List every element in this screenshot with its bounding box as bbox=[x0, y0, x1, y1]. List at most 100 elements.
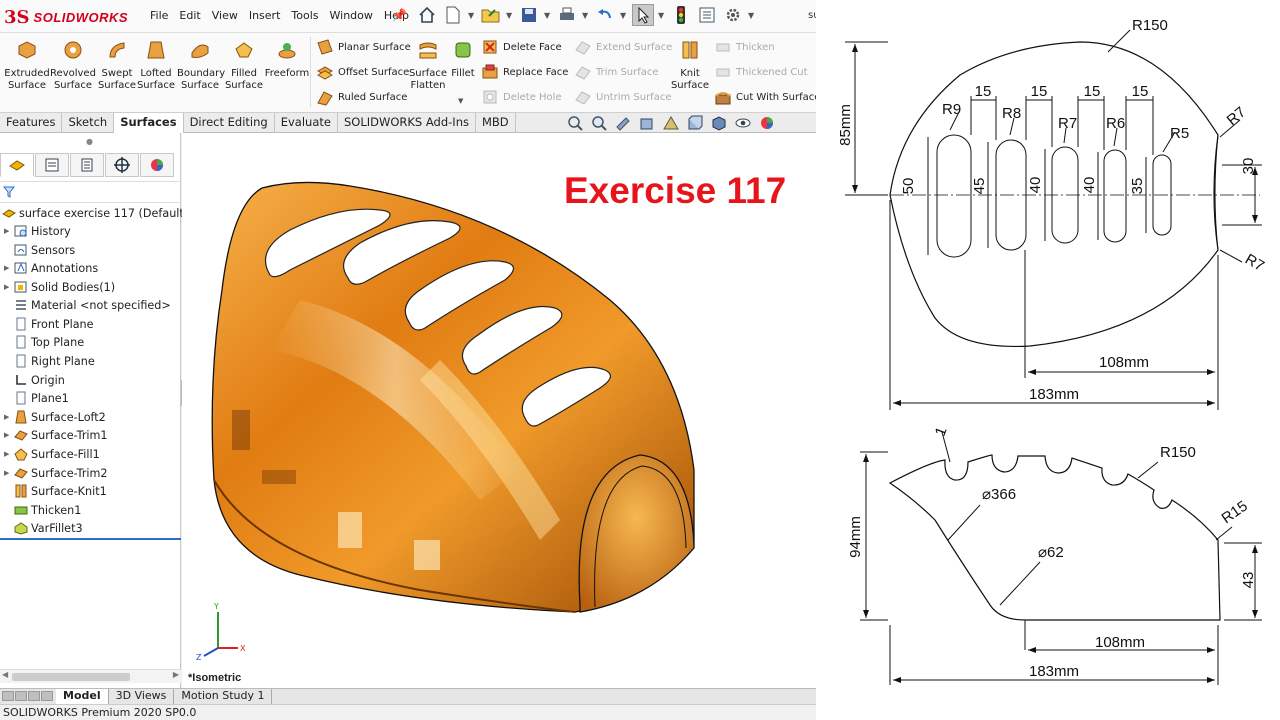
tab-surfaces[interactable]: Surfaces bbox=[114, 113, 184, 133]
tree-item-right-plane[interactable]: Right Plane bbox=[0, 352, 181, 370]
filter-funnel-icon[interactable] bbox=[3, 186, 15, 198]
scrollbar-thumb[interactable] bbox=[12, 673, 130, 681]
solidworks-logo[interactable]: 3S SOLIDWORKS bbox=[4, 6, 128, 28]
previous-view-icon[interactable] bbox=[614, 115, 632, 131]
print-icon[interactable] bbox=[556, 4, 578, 26]
chevron-down-icon[interactable]: ▼ bbox=[620, 11, 628, 20]
document-tab[interactable]: su bbox=[808, 10, 816, 21]
appearance-icon[interactable] bbox=[758, 115, 776, 131]
new-document-icon[interactable] bbox=[442, 4, 464, 26]
tab-direct-editing[interactable]: Direct Editing bbox=[184, 113, 275, 133]
tab-3d-views[interactable]: 3D Views bbox=[109, 689, 175, 704]
tree-filter[interactable] bbox=[0, 181, 181, 203]
chevron-down-icon[interactable]: ▼ bbox=[468, 11, 476, 20]
trim-surface-button[interactable]: Trim Surface bbox=[574, 61, 659, 83]
open-folder-icon[interactable] bbox=[480, 4, 502, 26]
tree-item-surface-knit1[interactable]: Surface-Knit1 bbox=[0, 482, 181, 500]
panel-grip[interactable]: ● bbox=[86, 137, 93, 146]
tab-model[interactable]: Model bbox=[56, 689, 109, 704]
thickened-cut-button[interactable]: Thickened Cut bbox=[714, 61, 808, 83]
delete-hole-button[interactable]: Delete Hole bbox=[481, 86, 562, 108]
home-icon[interactable] bbox=[416, 4, 438, 26]
offset-surface-button[interactable]: Offset Surface bbox=[316, 61, 409, 83]
tree-item-material[interactable]: Material <not specified> bbox=[0, 296, 181, 314]
3d-model-helmet[interactable]: Y X Z bbox=[182, 133, 816, 688]
tree-item-surface-loft2[interactable]: ▶ Surface-Loft2 bbox=[0, 408, 181, 426]
file-properties-icon[interactable] bbox=[696, 4, 718, 26]
gear-icon[interactable] bbox=[722, 4, 744, 26]
tree-item-surface-fill1[interactable]: ▶ Surface-Fill1 bbox=[0, 445, 181, 463]
tree-item-surface-trim2[interactable]: ▶ Surface-Trim2 bbox=[0, 464, 181, 482]
tab-addins[interactable]: SOLIDWORKS Add-Ins bbox=[338, 113, 476, 133]
delete-face-button[interactable]: Delete Face bbox=[481, 36, 562, 58]
display-manager-tab[interactable] bbox=[140, 153, 174, 177]
property-manager-tab[interactable] bbox=[35, 153, 69, 177]
dimxpert-manager-tab[interactable] bbox=[105, 153, 139, 177]
tab-scroll-buttons[interactable] bbox=[0, 689, 56, 704]
tree-item-thicken1[interactable]: Thicken1 bbox=[0, 501, 181, 519]
chevron-down-icon[interactable]: ▼ bbox=[458, 97, 463, 105]
tree-item-history[interactable]: ▶ History bbox=[0, 222, 181, 240]
menu-view[interactable]: View bbox=[212, 9, 238, 22]
dynamic-annotation-icon[interactable] bbox=[662, 115, 680, 131]
tree-item-solid-bodies[interactable]: ▶ Solid Bodies(1) bbox=[0, 278, 181, 296]
feature-manager-tab[interactable] bbox=[0, 153, 34, 177]
select-pointer-icon[interactable] bbox=[632, 4, 654, 26]
chevron-down-icon[interactable]: ▼ bbox=[506, 11, 514, 20]
graphics-area[interactable]: Y X Z bbox=[182, 133, 816, 688]
menu-insert[interactable]: Insert bbox=[249, 9, 281, 22]
chevron-down-icon[interactable]: ▼ bbox=[582, 11, 590, 20]
hide-show-eye-icon[interactable] bbox=[734, 115, 752, 131]
ruled-surface-button[interactable]: Ruled Surface bbox=[316, 86, 407, 108]
tab-sketch[interactable]: Sketch bbox=[62, 113, 115, 133]
tree-horizontal-scrollbar[interactable]: ◀ ▶ bbox=[0, 669, 181, 683]
surface-flatten-button[interactable]: Surface Flatten bbox=[406, 39, 450, 92]
pin-icon[interactable]: 📌 bbox=[392, 8, 407, 22]
tree-root[interactable]: surface exercise 117 (Default<< bbox=[0, 204, 203, 222]
chevron-left-icon[interactable]: ◀ bbox=[2, 670, 8, 679]
tab-motion-study-1[interactable]: Motion Study 1 bbox=[174, 689, 273, 704]
tab-evaluate[interactable]: Evaluate bbox=[275, 113, 338, 133]
chevron-down-icon[interactable]: ▼ bbox=[544, 11, 552, 20]
thicken-button[interactable]: Thicken bbox=[714, 36, 775, 58]
view-orientation-icon[interactable] bbox=[686, 115, 704, 131]
undo-icon[interactable] bbox=[594, 4, 616, 26]
tree-item-annotations[interactable]: ▶ Annotations bbox=[0, 259, 181, 277]
freeform-button[interactable]: Freeform bbox=[264, 39, 310, 80]
tree-item-top-plane[interactable]: Top Plane bbox=[0, 333, 181, 351]
menu-edit[interactable]: Edit bbox=[179, 9, 200, 22]
filled-surface-button[interactable]: Filled Surface bbox=[221, 39, 267, 92]
rebuild-traffic-light-icon[interactable] bbox=[670, 4, 692, 26]
knit-surface-button[interactable]: Knit Surface bbox=[668, 39, 712, 92]
chevron-down-icon[interactable]: ▼ bbox=[658, 11, 666, 20]
replace-face-button[interactable]: Replace Face bbox=[481, 61, 568, 83]
fillet-button[interactable]: Fillet bbox=[450, 39, 476, 80]
zoom-to-fit-icon[interactable] bbox=[566, 115, 584, 131]
save-icon[interactable] bbox=[518, 4, 540, 26]
tree-item-varfillet3[interactable]: VarFillet3 bbox=[0, 519, 181, 537]
menu-window[interactable]: Window bbox=[330, 9, 373, 22]
tab-mbd[interactable]: MBD bbox=[476, 113, 516, 133]
tree-item-sensors[interactable]: Sensors bbox=[0, 241, 181, 259]
chevron-right-icon[interactable]: ▶ bbox=[173, 670, 179, 679]
menu-file[interactable]: File bbox=[150, 9, 168, 22]
zoom-to-area-icon[interactable] bbox=[590, 115, 608, 131]
menu-tools[interactable]: Tools bbox=[291, 9, 318, 22]
tree-item-front-plane[interactable]: Front Plane bbox=[0, 315, 181, 333]
rollback-bar[interactable] bbox=[0, 538, 181, 540]
tab-features[interactable]: Features bbox=[0, 113, 63, 133]
planar-surface-button[interactable]: Planar Surface bbox=[316, 36, 411, 58]
boundary-surface-button[interactable]: Boundary Surface bbox=[177, 39, 225, 92]
untrim-surface-button[interactable]: Untrim Surface bbox=[574, 86, 671, 108]
extruded-surface-button[interactable]: Extruded Surface bbox=[4, 39, 50, 92]
display-style-icon[interactable] bbox=[710, 115, 728, 131]
tree-item-plane1[interactable]: Plane1 bbox=[0, 389, 181, 407]
cut-with-surface-button[interactable]: Cut With Surface bbox=[714, 86, 816, 108]
revolved-surface-button[interactable]: Revolved Surface bbox=[50, 39, 96, 92]
tree-item-surface-trim1[interactable]: ▶ Surface-Trim1 bbox=[0, 426, 181, 444]
extend-surface-button[interactable]: Extend Surface bbox=[574, 36, 672, 58]
tree-item-origin[interactable]: Origin bbox=[0, 371, 181, 389]
section-view-icon[interactable] bbox=[638, 115, 656, 131]
chevron-down-icon[interactable]: ▼ bbox=[748, 11, 756, 20]
configuration-manager-tab[interactable] bbox=[70, 153, 104, 177]
